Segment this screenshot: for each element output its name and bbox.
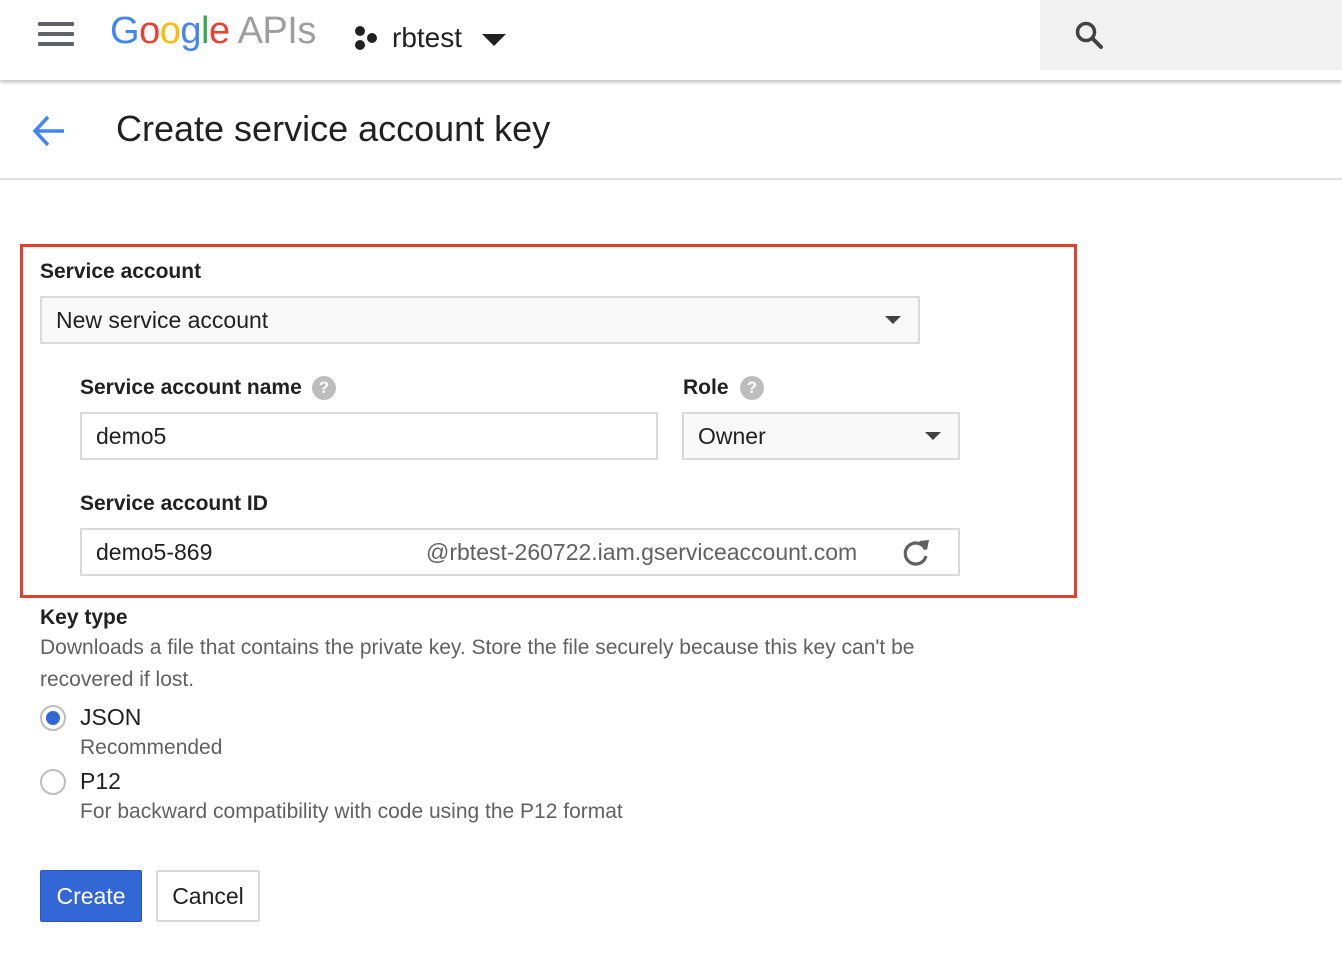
radio-p12-sublabel: For backward compatibility with code usi… [80,800,623,823]
arrow-left-icon[interactable] [30,112,68,150]
key-type-description: Downloads a file that contains the priva… [40,636,915,691]
create-button[interactable]: Create [40,870,142,922]
project-hexagon-icon [355,26,377,50]
help-icon[interactable]: ? [740,376,764,400]
help-icon[interactable]: ? [312,376,336,400]
service-account-label: Service account [40,260,202,283]
service-account-select[interactable]: New service account [40,296,920,344]
dropdown-caret-icon [885,316,901,324]
radio-json-label[interactable]: JSON [80,704,141,731]
google-apis-logo[interactable]: Google APIs [110,10,316,53]
service-account-id-input[interactable]: demo5-869 @rbtest-260722.iam.gserviceacc… [80,528,960,576]
role-selected-value: Owner [698,423,766,449]
service-account-selected-value: New service account [56,307,269,333]
radio-p12-label[interactable]: P12 [80,768,121,795]
radio-p12[interactable] [40,769,66,795]
project-name: rbtest [392,22,463,53]
service-account-name-input[interactable]: demo5 [80,412,658,460]
service-account-id-domain-suffix: @rbtest-260722.iam.gserviceaccount.com [426,539,858,565]
search-icon[interactable] [1074,20,1104,50]
radio-json[interactable] [40,705,66,731]
page-title: Create service account key [116,108,551,149]
service-account-id-label: Service account ID [80,492,268,515]
hamburger-menu-icon[interactable] [38,22,74,48]
service-account-name-label: Service account name [80,376,302,399]
key-type-label: Key type [40,606,128,629]
top-app-bar: Google APIs rbtest [0,0,1342,80]
search-box[interactable] [1040,0,1342,70]
refresh-icon[interactable] [900,537,932,569]
service-account-id-value: demo5-869 [96,539,213,565]
cancel-button[interactable]: Cancel [156,870,260,922]
project-selector[interactable]: rbtest [352,18,507,58]
dropdown-caret-icon [925,432,941,440]
role-select[interactable]: Owner [682,412,960,460]
header-divider [0,178,1342,180]
role-label: Role [683,376,729,399]
service-account-name-value: demo5 [96,423,167,449]
caret-down-icon [482,34,507,46]
radio-json-sublabel: Recommended [80,736,223,759]
